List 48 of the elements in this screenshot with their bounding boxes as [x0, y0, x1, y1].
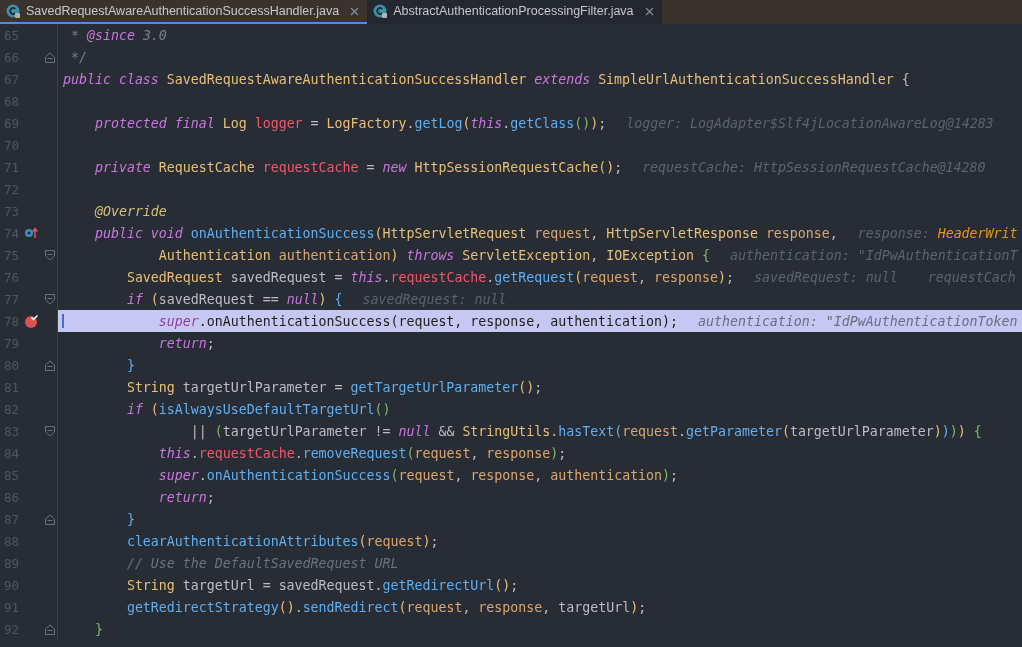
code-line: * @since 3.0: [70, 27, 167, 43]
code-line: if (savedRequest == null) {: [125, 291, 343, 307]
code-line: getRedirectStrategy().sendRedirect(request, response, targetUrl);: [125, 599, 647, 615]
close-icon[interactable]: [644, 6, 654, 16]
fold-icon[interactable]: [45, 359, 56, 371]
code-line: super.onAuthenticationSuccess(request, response, authentication);: [157, 313, 678, 329]
text-caret: [62, 314, 64, 328]
inline-hint: logger: LogAdapter$Slf4jLocationAwareLog@14283: [626, 115, 994, 131]
code-line: public class SavedRequestAwareAuthenticationSuccessHandler extends SimpleUrlAuthenticationSuccessHandler {: [63, 71, 910, 87]
fold-icon[interactable]: [45, 51, 56, 63]
inline-hint: response: HeaderWrit: [857, 225, 1018, 241]
close-icon[interactable]: [350, 6, 360, 16]
fold-icon[interactable]: [45, 293, 56, 305]
code-line: SavedRequest savedRequest = this.requestCache.getRequest(request, response);: [125, 269, 734, 285]
inline-hint: requestCache: HttpSessionRequestCache@14280: [642, 159, 986, 175]
inline-hint: authentication: "IdPwAuthenticationT: [730, 247, 1018, 263]
override-marker-icon[interactable]: [23, 225, 38, 241]
code-line: Authentication authentication) throws ServletException, IOException {: [157, 247, 710, 263]
code-line: }: [93, 621, 103, 637]
code-line: @Override: [93, 203, 167, 219]
inline-hint: savedRequest: null: [754, 269, 898, 285]
code-line: private RequestCache requestCache = new HttpSessionRequestCache();: [93, 159, 623, 175]
inline-hint: authentication: "IdPwAuthenticationToken: [698, 313, 1018, 329]
code-line: public void onAuthenticationSuccess(HttpServletRequest request, HttpServletResponse response,: [93, 225, 838, 241]
code-line: String targetUrl = savedRequest.getRedirectUrl();: [125, 577, 519, 593]
breakpoint-icon[interactable]: [23, 313, 39, 329]
code-line: // Use the DefaultSavedRequest URL: [125, 555, 399, 571]
code-line: if (isAlwaysUseDefaultTargetUrl(): [125, 401, 391, 417]
class-file-icon: [373, 3, 389, 19]
code-line: this.requestCache.removeRequest(request, response);: [157, 445, 567, 461]
code-line: String targetUrlParameter = getTargetUrlParameter();: [125, 379, 543, 395]
code-line: protected final Log logger = LogFactory.getLog(this.getClass());: [93, 115, 607, 131]
code-line: super.onAuthenticationSuccess(request, response, authentication);: [157, 467, 679, 483]
fold-icon[interactable]: [45, 249, 56, 261]
fold-icon[interactable]: [45, 513, 56, 525]
code-line: }: [125, 511, 135, 527]
code-line: */: [70, 49, 87, 65]
inline-hint: savedRequest: null: [362, 291, 507, 307]
fold-icon[interactable]: [45, 623, 56, 635]
class-file-icon: [6, 3, 21, 19]
code-line: clearAuthenticationAttributes(request);: [125, 533, 439, 549]
code-line: return;: [157, 489, 215, 505]
fold-icon[interactable]: [45, 425, 56, 437]
code-line: }: [125, 357, 135, 373]
code-line: || (targetUrlParameter != null && StringUtils.hasText(request.getParameter(targetUrlParameter)))) {: [189, 423, 982, 439]
editor-tab[interactable]: AbstractAuthenticationProcessingFilter.java: [367, 0, 662, 24]
inline-hint: requestCach: [927, 269, 1016, 285]
code-line: return;: [157, 335, 215, 351]
